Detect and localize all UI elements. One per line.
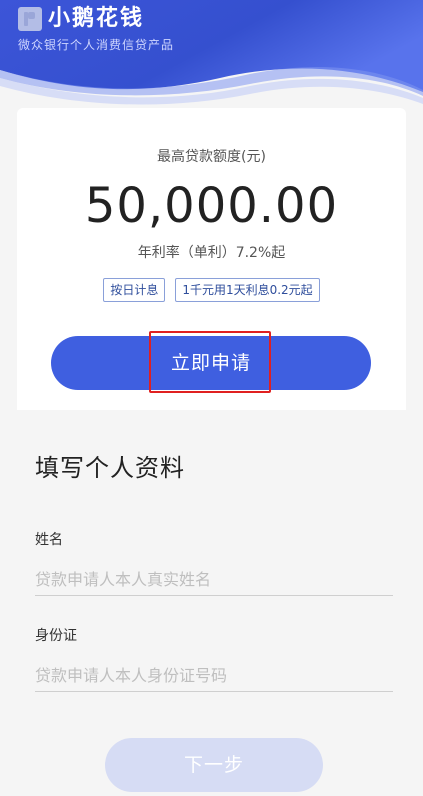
- id-card-label: 身份证: [35, 628, 77, 644]
- feature-tag-interest-example: 1千元用1天利息0.2元起: [175, 278, 320, 302]
- interest-rate-text: 年利率（单利）7.2%起: [137, 245, 286, 261]
- amount-label: 最高贷款额度(元): [157, 149, 266, 165]
- name-input[interactable]: [35, 564, 393, 596]
- max-loan-amount: 50,000.00: [84, 178, 339, 234]
- app-logo-icon: [18, 7, 42, 31]
- next-step-button[interactable]: 下一步: [105, 738, 323, 792]
- brand-row: 小鹅花钱: [18, 4, 144, 34]
- id-card-input[interactable]: [35, 660, 393, 692]
- feature-tags: 按日计息 1千元用1天利息0.2元起: [17, 278, 406, 302]
- feature-tag-daily-interest: 按日计息: [103, 278, 166, 302]
- form-title: 填写个人资料: [35, 454, 185, 482]
- name-label: 姓名: [35, 532, 63, 548]
- loan-card: 最高贷款额度(元) 50,000.00 年利率（单利）7.2%起 按日计息 1千…: [17, 108, 406, 410]
- app-name: 小鹅花钱: [48, 6, 145, 31]
- app-slogan: 微众银行个人消费信贷产品: [18, 38, 175, 52]
- apply-now-button[interactable]: 立即申请: [51, 336, 371, 390]
